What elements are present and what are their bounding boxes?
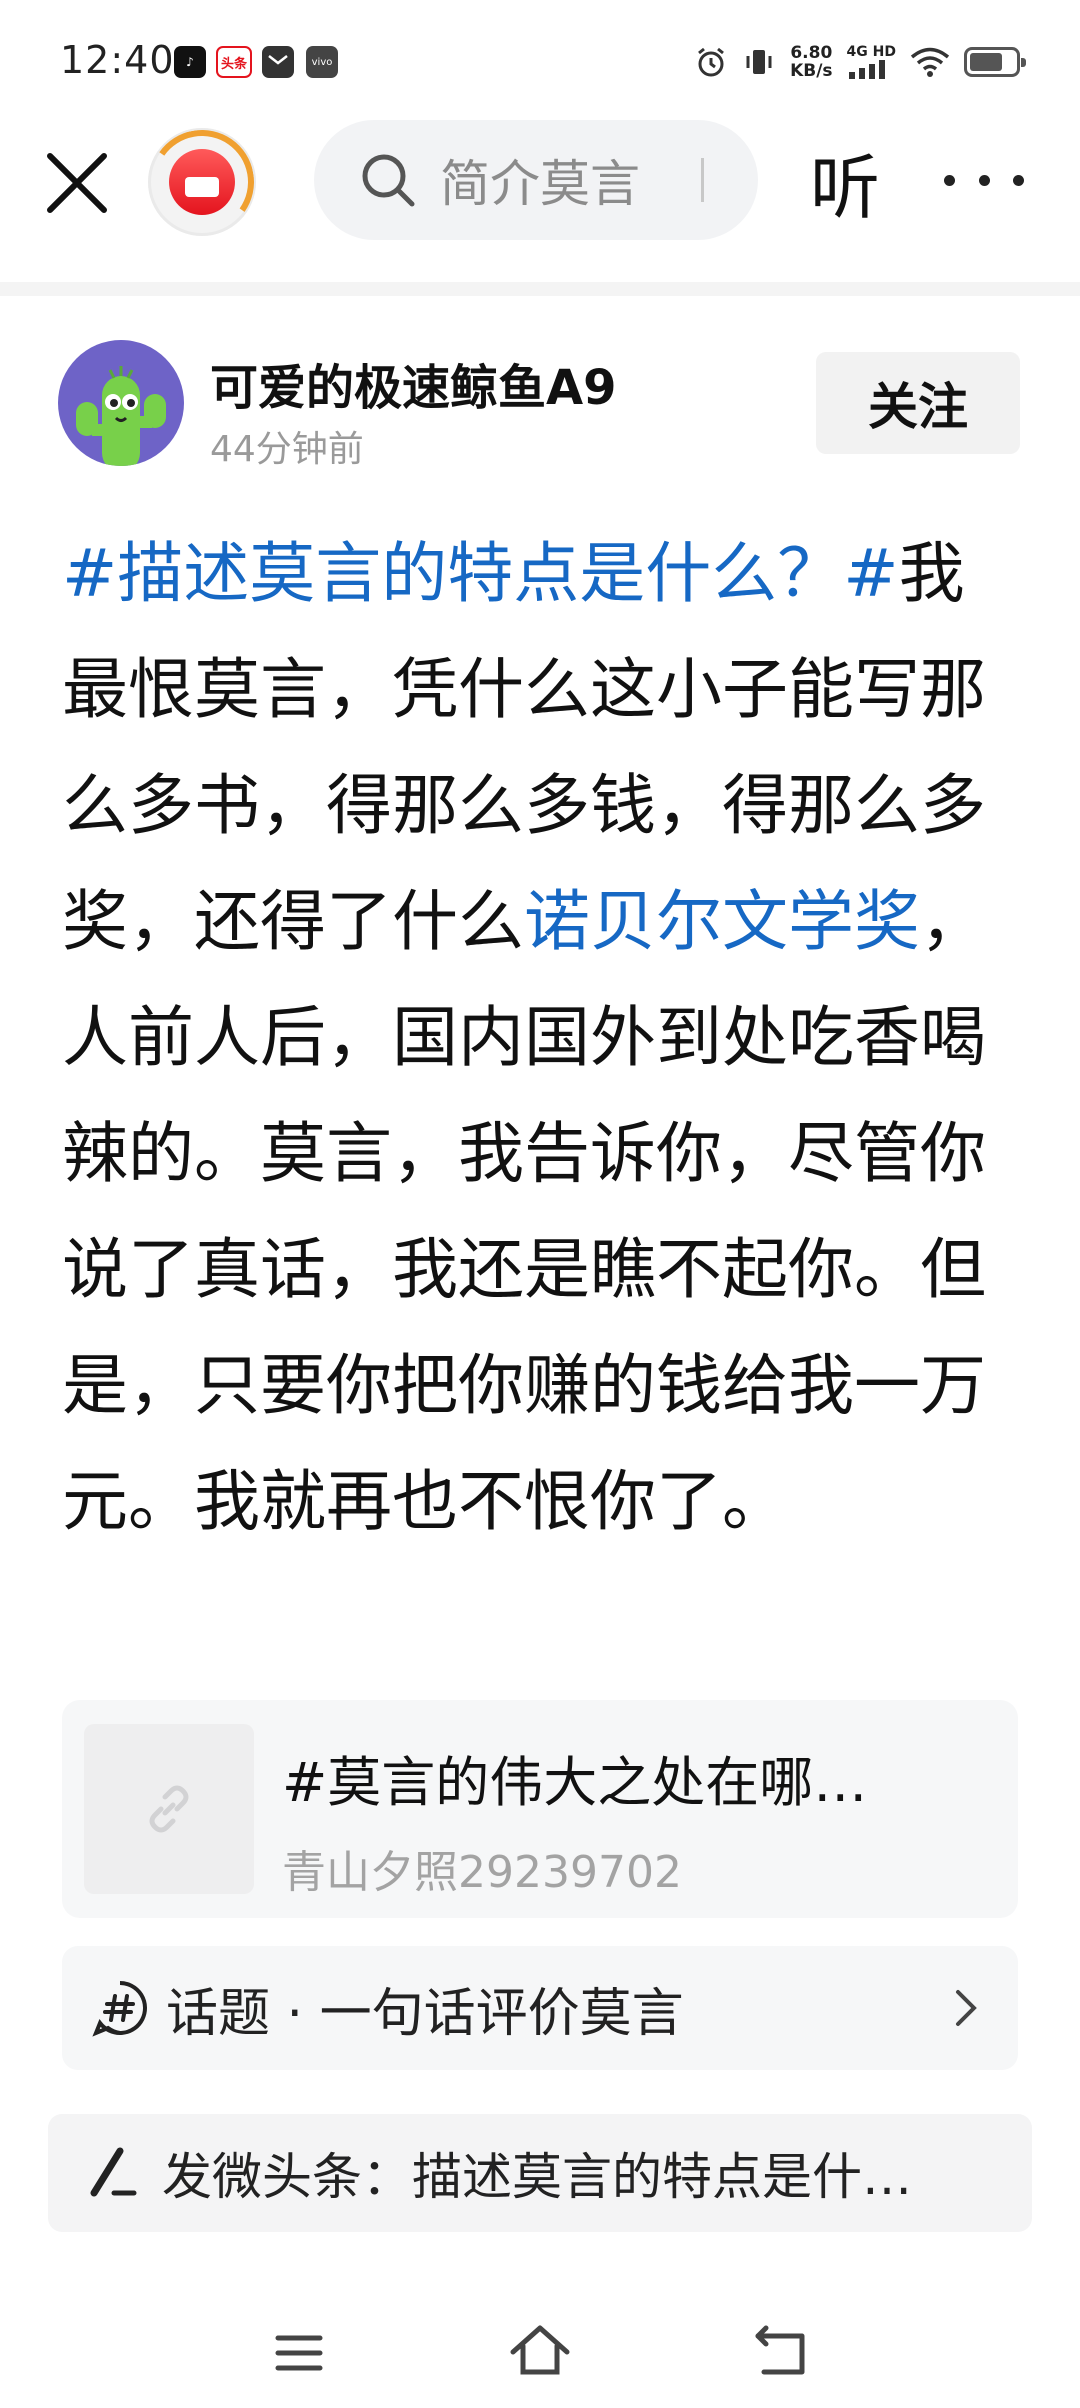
more-dot-icon [978, 174, 990, 186]
pen-icon [90, 2147, 137, 2197]
post-content: #描述莫言的特点是什么？#我最恨莫言，凭什么这小子能写那么多书，得那么多钱，得那… [62, 516, 1022, 1560]
status-time: 12:40 [60, 38, 175, 82]
back-icon[interactable] [746, 2318, 816, 2388]
more-menu-button[interactable] [944, 140, 1024, 220]
status-bar: 12:40 ♪ 头条 vivo 6.80 KB/s 4G HD [0, 0, 1080, 120]
red-envelope-icon [169, 149, 235, 215]
follow-button[interactable]: 关注 [816, 352, 1020, 454]
message-icon [262, 46, 294, 78]
battery-icon [964, 47, 1026, 77]
author-avatar[interactable] [58, 340, 184, 466]
chevron-right-icon [956, 1990, 977, 2026]
status-indicators: 6.80 KB/s 4G HD [694, 40, 1026, 84]
topic-link[interactable]: 话题 · 一句话评价莫言 [62, 1946, 1018, 2070]
search-bar[interactable]: 简介莫言 [314, 120, 758, 240]
author-name[interactable]: 可爱的极速鲸鱼A9 [210, 348, 617, 418]
more-dot-icon [944, 174, 955, 186]
menu-icon[interactable] [264, 2318, 334, 2388]
quote-thumbnail [84, 1724, 254, 1894]
post-text: ，人前人后，国内国外到处吃香喝辣的。莫言，我告诉你，尽管你说了真话，我还是瞧不起… [62, 883, 986, 1540]
system-navigation-bar [0, 2300, 1080, 2408]
top-nav: 简介莫言 听 [0, 120, 1080, 282]
quote-title: #莫言的伟大之处在哪… [282, 1751, 868, 1814]
post-time: 44分钟前 [210, 429, 364, 470]
battery-level [970, 53, 1002, 71]
signal-icon: 4G HD [847, 45, 896, 79]
compose-post-bar[interactable]: 发微头条：描述莫言的特点是什… [48, 2114, 1032, 2232]
compose-label: 发微头条：描述莫言的特点是什… [162, 2148, 912, 2206]
search-input[interactable]: 简介莫言 [440, 144, 640, 216]
home-icon[interactable] [505, 2318, 575, 2388]
hashtag-link[interactable]: #描述莫言的特点是什么？# [62, 535, 899, 612]
cactus-avatar-icon [76, 366, 166, 466]
topic-hash-icon [92, 1981, 147, 2037]
net-speed: 6.80 KB/s [790, 43, 833, 81]
douyin-icon: ♪ [174, 46, 206, 78]
vivo-icon: vivo [306, 46, 338, 78]
quoted-post-card[interactable]: #莫言的伟大之处在哪… 青山夕照29239702 [62, 1700, 1018, 1918]
nobel-prize-link[interactable]: 诺贝尔文学奖 [524, 883, 920, 960]
close-icon[interactable] [44, 150, 110, 216]
link-icon [149, 1785, 189, 1833]
topic-label: 话题 · 一句话评价莫言 [166, 1983, 684, 2044]
toutiao-icon: 头条 [216, 46, 252, 78]
vibrate-icon [746, 50, 772, 74]
more-dot-icon [1013, 174, 1024, 186]
section-divider [0, 282, 1080, 296]
quote-author: 青山夕照29239702 [282, 1847, 682, 1898]
search-icon [362, 154, 415, 207]
alarm-icon [698, 47, 725, 77]
search-divider [701, 158, 704, 202]
listen-button[interactable]: 听 [810, 132, 880, 233]
wifi-icon [910, 47, 950, 77]
app-logo[interactable] [141, 121, 263, 243]
